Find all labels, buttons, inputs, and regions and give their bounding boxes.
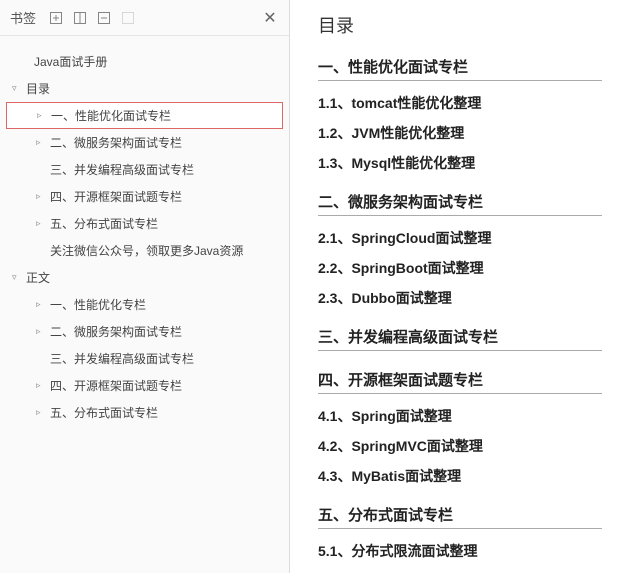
tree-item-label: 一、性能优化专栏 <box>50 296 146 313</box>
tree-item-label: 三、并发编程高级面试专栏 <box>50 350 194 367</box>
bookmarks-sidebar: 书签 ✕ Java面试手册▿目录▹一、性能优化面试专栏▹二、微服务架构面试专栏三… <box>0 0 290 573</box>
chevron-icon[interactable]: ▿ <box>12 83 24 94</box>
tree-item[interactable]: ▹二、微服务架构面试专栏 <box>6 318 283 345</box>
tree-item[interactable]: ▿目录 <box>6 75 283 102</box>
close-icon[interactable]: ✕ <box>261 9 279 27</box>
sub-heading: 1.3、Mysql性能优化整理 <box>318 153 602 173</box>
document-content: 目录 一、性能优化面试专栏 1.1、tomcat性能优化整理 1.2、JVM性能优化… <box>290 0 620 573</box>
tree-item-label: 四、开源框架面试题专栏 <box>50 377 182 394</box>
chevron-icon[interactable]: ▹ <box>36 380 48 391</box>
bookmark-icon[interactable] <box>96 10 112 26</box>
tree-item-label: 一、性能优化面试专栏 <box>51 107 171 124</box>
tree-item[interactable]: ▹一、性能优化专栏 <box>6 291 283 318</box>
section-heading: 三、并发编程高级面试专栏 <box>318 326 602 351</box>
tree-item[interactable]: ▹五、分布式面试专栏 <box>6 399 283 426</box>
tree-item-label: 二、微服务架构面试专栏 <box>50 134 182 151</box>
content-title: 目录 <box>318 12 602 38</box>
chevron-icon[interactable]: ▹ <box>36 326 48 337</box>
tree-item[interactable]: ▿正文 <box>6 264 283 291</box>
sidebar-header: 书签 ✕ <box>0 0 289 36</box>
section-heading: 一、性能优化面试专栏 <box>318 56 602 81</box>
tag-icon[interactable] <box>120 10 136 26</box>
tree-item[interactable]: ▹四、开源框架面试题专栏 <box>6 372 283 399</box>
tree-item-label: 三、并发编程高级面试专栏 <box>50 161 194 178</box>
tree-item-label: 五、分布式面试专栏 <box>50 404 158 421</box>
tree-item-label: Java面试手册 <box>34 53 107 70</box>
expand-icon[interactable] <box>48 10 64 26</box>
tree-item[interactable]: ▹一、性能优化面试专栏 <box>6 102 283 129</box>
sub-heading: 1.1、tomcat性能优化整理 <box>318 93 602 113</box>
tree-item[interactable]: 三、并发编程高级面试专栏 <box>6 156 283 183</box>
tree-item-label: 四、开源框架面试题专栏 <box>50 188 182 205</box>
sub-heading: 1.2、JVM性能优化整理 <box>318 123 602 143</box>
tree-item[interactable]: 关注微信公众号，领取更多Java资源 <box>6 237 283 264</box>
tree-item[interactable]: ▹二、微服务架构面试专栏 <box>6 129 283 156</box>
sidebar-toolbar <box>48 10 261 26</box>
chevron-icon[interactable]: ▿ <box>12 272 24 283</box>
sidebar-title: 书签 <box>10 8 36 27</box>
sub-heading: 4.1、Spring面试整理 <box>318 406 602 426</box>
tree-item[interactable]: Java面试手册 <box>6 48 283 75</box>
chevron-icon[interactable]: ▹ <box>36 299 48 310</box>
chevron-icon[interactable]: ▹ <box>36 191 48 202</box>
tree-item-label: 目录 <box>26 80 50 97</box>
tree-item-label: 正文 <box>26 269 50 286</box>
collapse-icon[interactable] <box>72 10 88 26</box>
chevron-icon[interactable]: ▹ <box>36 407 48 418</box>
section-heading: 四、开源框架面试题专栏 <box>318 369 602 394</box>
chevron-icon[interactable]: ▹ <box>37 110 49 121</box>
sub-heading: 4.2、SpringMVC面试整理 <box>318 436 602 456</box>
tree-item-label: 二、微服务架构面试专栏 <box>50 323 182 340</box>
tree-item[interactable]: ▹五、分布式面试专栏 <box>6 210 283 237</box>
chevron-icon[interactable]: ▹ <box>36 137 48 148</box>
sub-heading: 2.1、SpringCloud面试整理 <box>318 228 602 248</box>
tree-item-label: 五、分布式面试专栏 <box>50 215 158 232</box>
sub-heading: 2.3、Dubbo面试整理 <box>318 288 602 308</box>
tree-item-label: 关注微信公众号，领取更多Java资源 <box>50 242 243 259</box>
sub-heading: 4.3、MyBatis面试整理 <box>318 466 602 486</box>
tree-item[interactable]: ▹四、开源框架面试题专栏 <box>6 183 283 210</box>
section-heading: 五、分布式面试专栏 <box>318 504 602 529</box>
bookmark-tree: Java面试手册▿目录▹一、性能优化面试专栏▹二、微服务架构面试专栏三、并发编程… <box>0 36 289 432</box>
sub-heading: 5.1、分布式限流面试整理 <box>318 541 602 561</box>
chevron-icon[interactable]: ▹ <box>36 218 48 229</box>
tree-item[interactable]: 三、并发编程高级面试专栏 <box>6 345 283 372</box>
sub-heading: 2.2、SpringBoot面试整理 <box>318 258 602 278</box>
section-heading: 二、微服务架构面试专栏 <box>318 191 602 216</box>
